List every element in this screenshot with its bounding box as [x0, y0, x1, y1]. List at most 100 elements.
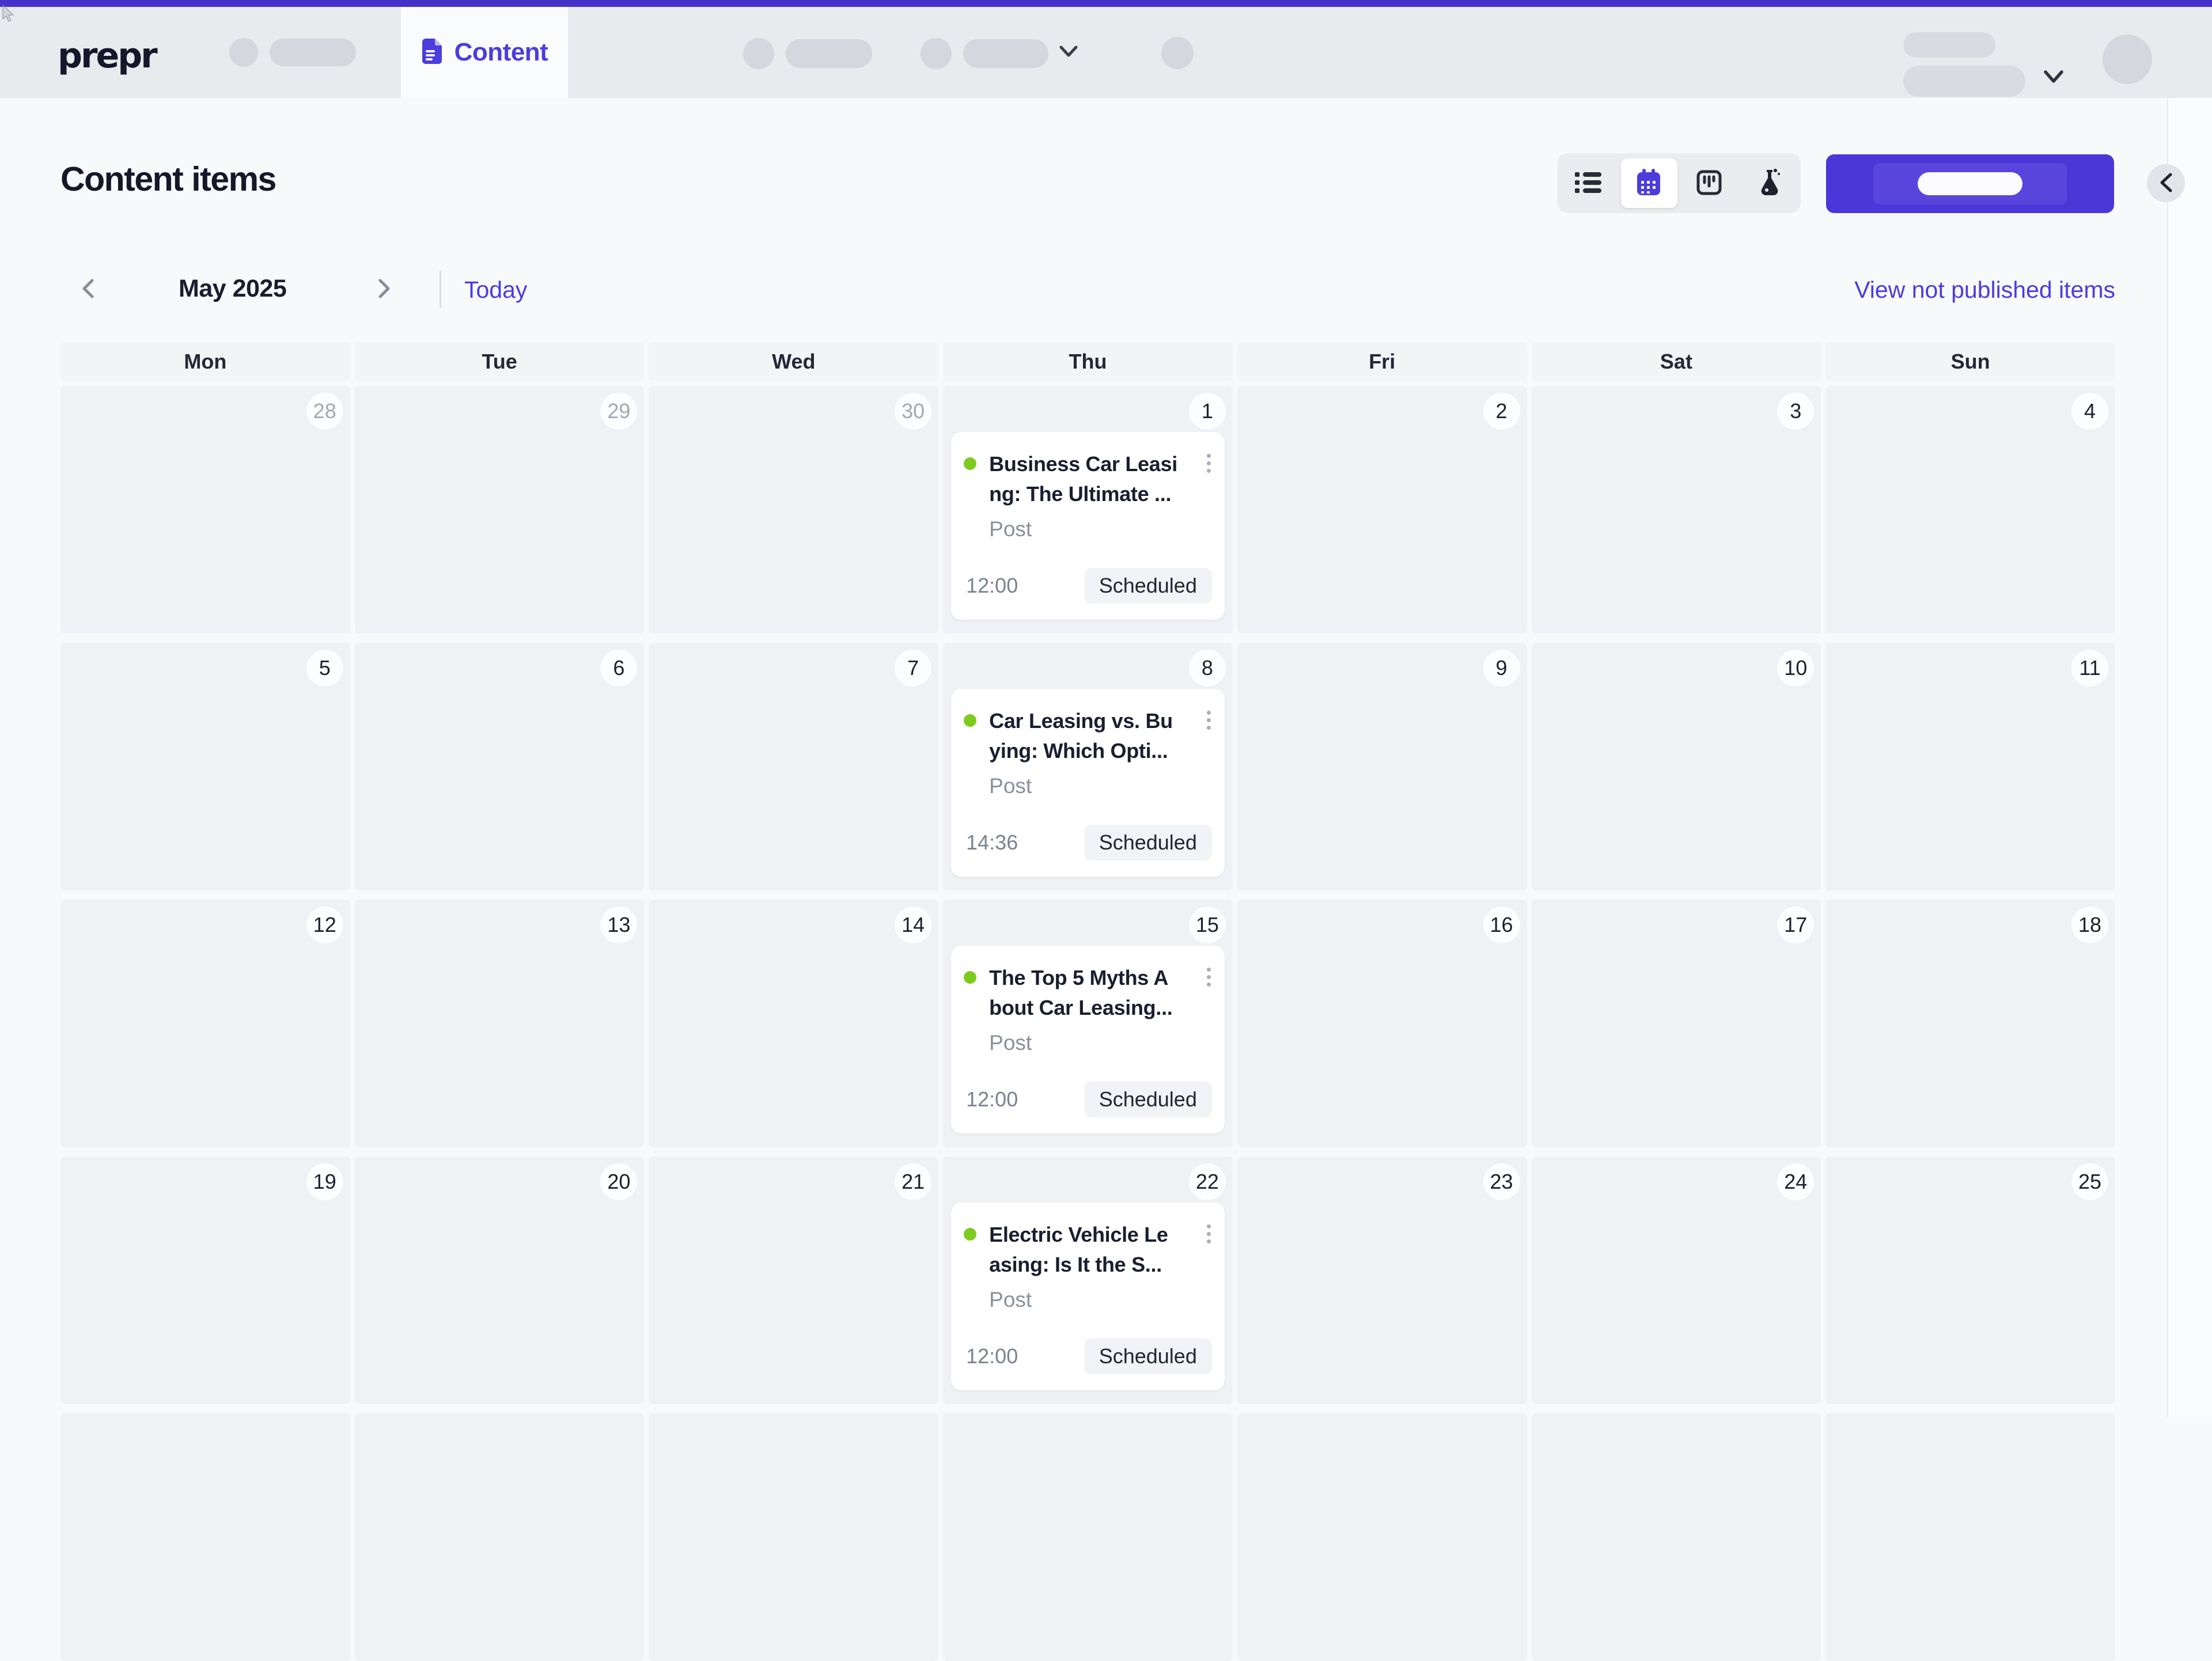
event-time: 12:00: [966, 574, 1018, 597]
calendar-cell[interactable]: 14: [649, 900, 939, 1147]
event-title-line1: Car Leasing vs. Bu: [989, 709, 1173, 733]
page-title: Content items: [60, 160, 276, 198]
kebab-menu-icon[interactable]: [1206, 1224, 1211, 1243]
date-badge: 14: [895, 907, 932, 943]
avatar[interactable]: [2103, 35, 2152, 84]
kebab-menu-icon[interactable]: [1206, 711, 1211, 730]
event-card[interactable]: Car Leasing vs. Bu ying: Which Opti... P…: [951, 689, 1225, 877]
calendar-cell[interactable]: 20: [354, 1156, 645, 1404]
collapse-panel-button[interactable]: [2147, 164, 2185, 202]
document-icon: [421, 37, 444, 68]
date-badge: 15: [1188, 907, 1226, 943]
calendar-cell[interactable]: [354, 1413, 645, 1661]
calendar-cell[interactable]: [1825, 1413, 2115, 1661]
event-type: Post: [989, 1288, 1032, 1311]
calendar-cell[interactable]: 28: [60, 386, 350, 634]
chevron-left-icon: [80, 277, 95, 302]
create-item-button[interactable]: [1826, 154, 2114, 213]
day-header-cell: Sun: [1825, 343, 2115, 381]
board-view-button[interactable]: [1679, 153, 1739, 213]
event-title-line1: Business Car Leasi: [989, 452, 1177, 476]
event-status-badge: Scheduled: [1084, 1338, 1212, 1374]
calendar-cell[interactable]: [1237, 1413, 1527, 1661]
date-badge: 8: [1188, 650, 1226, 687]
chevron-left-icon: [2158, 172, 2173, 195]
calendar-cell[interactable]: 21: [649, 1156, 939, 1404]
calendar-cell[interactable]: 22 Electric Vehicle Le asing: Is It the …: [943, 1156, 1233, 1404]
date-badge: 23: [1483, 1163, 1520, 1200]
date-badge: 4: [2071, 393, 2108, 430]
prepr-logo[interactable]: prepr: [58, 36, 158, 76]
calendar-cell[interactable]: 16: [1237, 900, 1527, 1147]
calendar-cell[interactable]: 7: [649, 643, 939, 890]
day-header-cell: Fri: [1237, 343, 1527, 381]
nav-skeleton-icon: [1161, 37, 1194, 69]
chevron-down-icon[interactable]: [2043, 69, 2065, 87]
calendar-view-button[interactable]: [1618, 153, 1679, 213]
calendar-cell[interactable]: 11: [1825, 643, 2115, 890]
date-badge: 2: [1483, 393, 1520, 430]
day-header-cell: Tue: [354, 343, 645, 381]
event-card[interactable]: The Top 5 Myths A bout Car Leasing... Po…: [951, 946, 1225, 1133]
user-skeleton-line: [1903, 32, 1995, 58]
calendar-cell[interactable]: 19: [60, 1156, 350, 1404]
calendar-cell[interactable]: 9: [1237, 643, 1527, 890]
calendar-cell[interactable]: 1 Business Car Leasi ng: The Ultimate ..…: [943, 386, 1233, 634]
next-month-button[interactable]: [372, 276, 397, 302]
event-title: Car Leasing vs. Bu ying: Which Opti...: [989, 706, 1197, 766]
date-badge: 24: [1777, 1163, 1815, 1200]
calendar-cell[interactable]: 8 Car Leasing vs. Bu ying: Which Opti...…: [943, 643, 1233, 890]
top-navbar: prepr Content: [0, 7, 2212, 98]
date-badge: 1: [1188, 393, 1226, 430]
date-badge: 21: [895, 1163, 932, 1200]
tab-content-label: Content: [454, 38, 548, 66]
calendar-cell[interactable]: 5: [60, 643, 350, 890]
week-row: 19 20 21 22 Electric Vehicle Le asing: I…: [60, 1156, 2115, 1404]
divider: [440, 271, 441, 308]
event-card[interactable]: Business Car Leasi ng: The Ultimate ... …: [951, 432, 1225, 620]
calendar-cell[interactable]: 4: [1825, 386, 2115, 634]
date-badge: 6: [600, 650, 638, 687]
calendar-cell[interactable]: 12: [60, 900, 350, 1147]
day-header-cell: Thu: [943, 343, 1233, 381]
event-title-line2: bout Car Leasing...: [989, 996, 1173, 1019]
calendar-cell[interactable]: 17: [1531, 900, 1821, 1147]
button-skeleton-label: [1918, 172, 2022, 195]
calendar-cell[interactable]: 24: [1531, 1156, 1821, 1404]
calendar-cell[interactable]: [60, 1413, 350, 1661]
event-card[interactable]: Electric Vehicle Le asing: Is It the S..…: [951, 1203, 1225, 1390]
calendar-cell[interactable]: 3: [1531, 386, 1821, 634]
tab-content[interactable]: Content: [401, 7, 568, 98]
prev-month-button[interactable]: [75, 276, 100, 302]
calendar-cell[interactable]: 23: [1237, 1156, 1527, 1404]
experiments-view-button[interactable]: [1739, 153, 1800, 213]
calendar-cell[interactable]: 10: [1531, 643, 1821, 890]
event-status-badge: Scheduled: [1084, 1082, 1212, 1117]
calendar-cell[interactable]: 15 The Top 5 Myths A bout Car Leasing...…: [943, 900, 1233, 1147]
published-status-dot: [964, 1228, 977, 1241]
list-view-button[interactable]: [1558, 153, 1618, 213]
kebab-menu-icon[interactable]: [1206, 454, 1211, 473]
view-not-published-link[interactable]: View not published items: [1854, 276, 2115, 304]
calendar-cell[interactable]: 2: [1237, 386, 1527, 634]
calendar-cell[interactable]: [943, 1413, 1233, 1661]
date-badge: 28: [306, 393, 343, 430]
kebab-menu-icon[interactable]: [1206, 968, 1211, 987]
brand-top-strip: [0, 0, 2212, 7]
day-header-cell: Sat: [1531, 343, 1821, 381]
calendar-cell[interactable]: [1531, 1413, 1821, 1661]
date-badge: 18: [2071, 907, 2108, 943]
calendar-cell[interactable]: 30: [649, 386, 939, 634]
date-badge: 17: [1777, 907, 1815, 943]
today-link[interactable]: Today: [464, 276, 527, 304]
calendar-cell[interactable]: 13: [354, 900, 645, 1147]
calendar-cell[interactable]: [649, 1413, 939, 1661]
calendar-cell[interactable]: 6: [354, 643, 645, 890]
calendar-cell[interactable]: 25: [1825, 1156, 2115, 1404]
week-row: [60, 1413, 2115, 1661]
calendar-cell[interactable]: 29: [354, 386, 645, 634]
calendar-cell[interactable]: 18: [1825, 900, 2115, 1147]
event-type: Post: [989, 1031, 1032, 1055]
date-badge: 16: [1483, 907, 1520, 943]
chevron-down-icon[interactable]: [1059, 45, 1078, 60]
